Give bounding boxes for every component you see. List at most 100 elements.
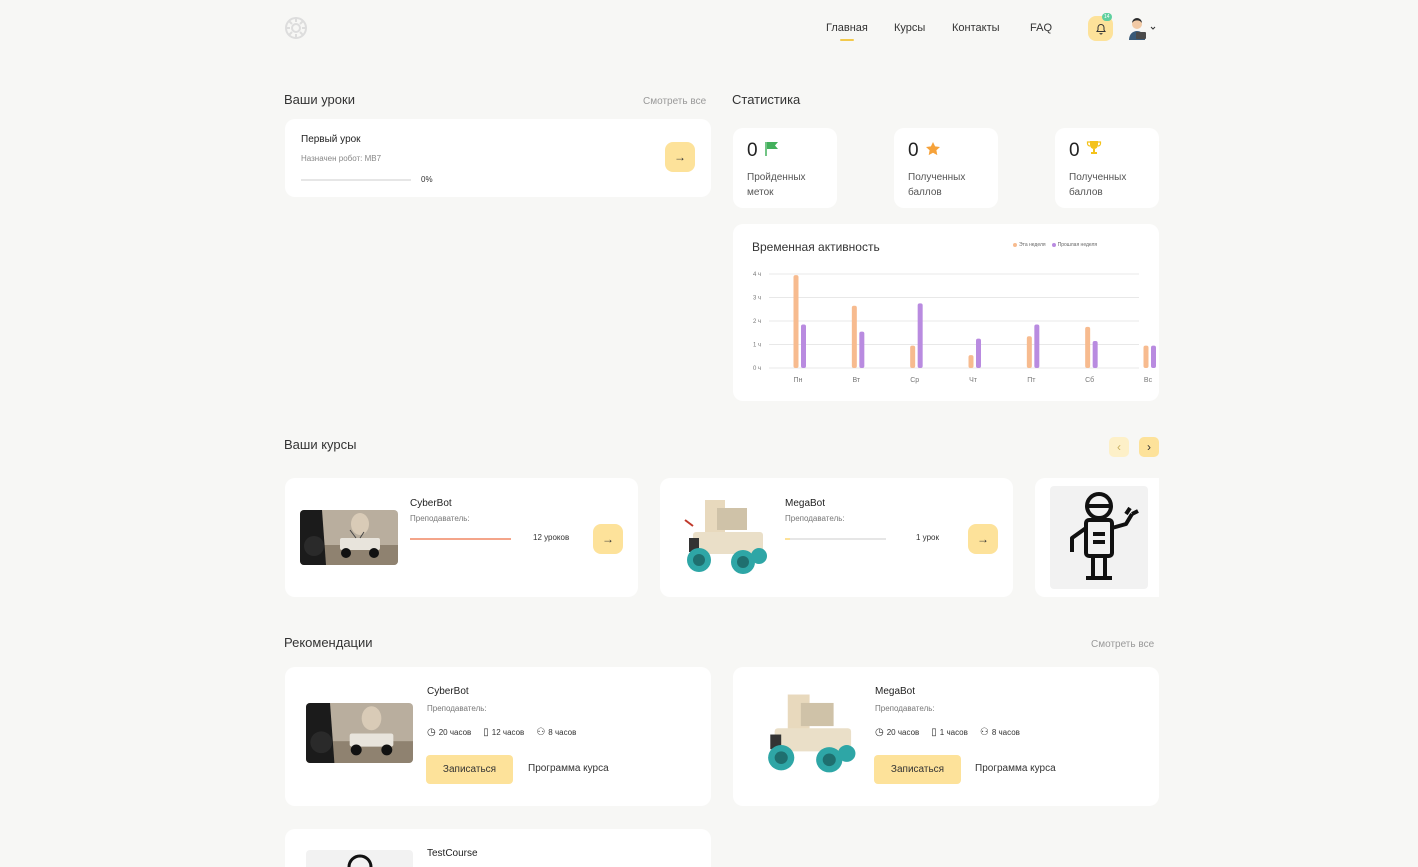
duration-theory: ▯ 12 часов — [483, 727, 525, 738]
book-icon: ▯ — [483, 727, 489, 738]
course-thumbnail — [675, 490, 773, 585]
nav-courses[interactable]: Курсы — [894, 22, 925, 34]
course-name: CyberBot — [410, 498, 452, 509]
robot-icon — [347, 854, 373, 867]
recommendation-thumbnail — [306, 703, 413, 763]
user-avatar[interactable] — [1127, 16, 1157, 42]
enroll-button[interactable]: Записаться — [874, 755, 961, 784]
lesson-name: Первый урок — [301, 134, 361, 145]
course-program-link[interactable]: Программа курса — [528, 763, 609, 774]
course-teacher: Преподаватель: — [410, 514, 470, 523]
stat-card-marks: 0 Пройденных меток — [733, 128, 837, 208]
book-icon: ▯ — [931, 727, 937, 738]
course-card-partial[interactable] — [1035, 478, 1159, 597]
nav-home[interactable]: Главная — [826, 22, 868, 41]
flag-icon — [765, 142, 778, 156]
course-card-megabot[interactable]: MegaBot Преподаватель: 1 урок → — [660, 478, 1013, 597]
course-teacher: Преподаватель: — [785, 514, 845, 523]
lessons-see-all[interactable]: Смотреть все — [643, 96, 706, 107]
recommendation-name: TestCourse — [427, 848, 478, 859]
course-progress — [785, 538, 886, 540]
x-tick-label: Ср — [910, 377, 919, 384]
lesson-card[interactable]: Первый урок Назначен робот: MB7 0% → — [285, 119, 711, 197]
bar-last-week — [1151, 345, 1156, 368]
course-card-cyberbot[interactable]: CyberBot Преподаватель: 12 уроков → — [285, 478, 638, 597]
course-open-button[interactable]: → — [968, 524, 998, 554]
bar-this-week — [793, 275, 799, 368]
lesson-assigned: Назначен робот: MB7 — [301, 154, 382, 163]
stat-label: Пройденных меток — [747, 172, 806, 198]
bar-last-week — [976, 338, 981, 368]
nav-faq[interactable]: FAQ — [1030, 22, 1052, 34]
recommendation-info: ◷ 20 часов ▯ 12 часов ⚇ 8 часов — [427, 727, 576, 738]
stat-label: Полученных баллов — [1069, 172, 1127, 198]
course-name: MegaBot — [785, 498, 826, 509]
arrow-right-icon: → — [602, 532, 614, 546]
star-icon — [926, 142, 940, 156]
megabot-photo — [675, 490, 773, 585]
logo[interactable] — [284, 16, 308, 40]
y-tick-label: 2 ч — [753, 319, 761, 325]
notification-button[interactable]: 14 — [1088, 13, 1113, 41]
recommendation-thumbnail — [306, 850, 413, 867]
lesson-progress-label: 0% — [421, 175, 433, 184]
course-lessons-count: 12 уроков — [533, 533, 570, 542]
recommendation-card-testcourse[interactable]: TestCourse — [285, 829, 711, 867]
recommendation-card-megabot[interactable]: MegaBot Преподаватель: ◷ 20 часов ▯ 1 часо… — [733, 667, 1159, 806]
y-tick-label: 1 ч — [753, 343, 761, 349]
notification-badge: 14 — [1102, 13, 1112, 21]
courses-next-button[interactable]: › — [1139, 437, 1159, 457]
robot-icon — [1070, 492, 1139, 580]
avatar-icon — [1129, 18, 1156, 40]
clock-icon: ◷ — [875, 727, 884, 738]
recommendation-teacher: Преподаватель: — [875, 704, 935, 713]
duration-practice: ⚇ 8 часов — [536, 727, 577, 738]
arrow-right-icon: → — [977, 532, 989, 546]
nav-contacts[interactable]: Контакты — [952, 22, 1000, 34]
stat-value: 0 — [908, 140, 919, 161]
x-tick-label: Вс — [1144, 377, 1153, 384]
recommendation-teacher: Преподаватель: — [427, 704, 487, 713]
bar-last-week — [1034, 324, 1040, 368]
bar-last-week — [1092, 340, 1098, 368]
recommendation-name: MegaBot — [875, 686, 916, 697]
people-icon: ⚇ — [536, 727, 546, 738]
recommendations-see-all[interactable]: Смотреть все — [1091, 639, 1154, 650]
bar-last-week — [859, 331, 865, 368]
bar-last-week — [801, 324, 806, 368]
stat-card-points: 0 Полученных баллов — [894, 128, 998, 208]
duration-practice: ⚇ 8 часов — [979, 727, 1020, 738]
courses-prev-button[interactable]: ‹ — [1109, 437, 1129, 457]
bar-this-week — [910, 345, 916, 368]
recommendation-thumbnail — [755, 684, 862, 784]
y-tick-label: 3 ч — [753, 296, 761, 302]
x-tick-label: Вт — [853, 377, 861, 384]
arrow-right-icon: → — [674, 150, 686, 164]
course-lessons-count: 1 урок — [916, 533, 939, 542]
recommendation-name: CyberBot — [427, 686, 469, 697]
activity-chart-card: Временная активность Эта неделя Прошлая … — [733, 224, 1159, 401]
stats-title: Статистика — [732, 92, 801, 107]
duration-theory: ▯ 1 часов — [931, 727, 968, 738]
bar-this-week — [851, 305, 857, 368]
course-open-button[interactable]: → — [593, 524, 623, 554]
lessons-title: Ваши уроки — [284, 92, 355, 107]
course-program-link[interactable]: Программа курса — [975, 763, 1056, 774]
bar-last-week — [917, 303, 923, 368]
megabot-photo — [755, 684, 862, 784]
x-tick-label: Сб — [1085, 376, 1094, 384]
course-progress — [410, 538, 511, 540]
cyberbot-photo — [300, 510, 398, 565]
trophy-icon — [1086, 141, 1102, 154]
duration-total: ◷ 20 часов — [875, 727, 920, 738]
gear-logo-icon — [285, 17, 307, 39]
recommendation-card-cyberbot[interactable]: CyberBot Преподаватель: ◷ 20 часов ▯ 12 ча… — [285, 667, 711, 806]
lesson-progress — [301, 179, 411, 181]
lesson-open-button[interactable]: → — [665, 142, 695, 172]
enroll-button[interactable]: Записаться — [426, 755, 513, 784]
bar-this-week — [1143, 345, 1149, 368]
course-thumbnail — [300, 510, 398, 565]
recommendation-info: ◷ 20 часов ▯ 1 часов ⚇ 8 часов — [875, 727, 1020, 738]
x-tick-label: Чт — [969, 377, 978, 384]
cyberbot-photo — [306, 703, 413, 763]
